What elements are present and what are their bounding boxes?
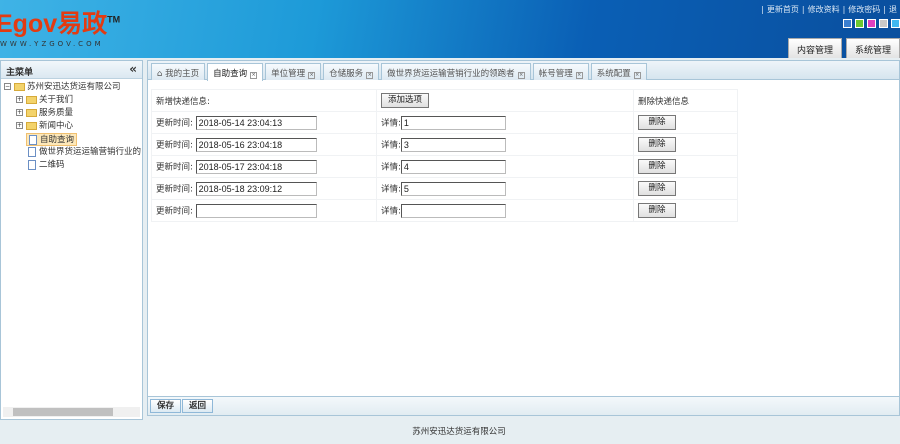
close-icon[interactable]: × bbox=[308, 72, 316, 79]
folder-icon bbox=[26, 95, 37, 104]
logo: Egov易政TM bbox=[0, 10, 121, 38]
detail-input[interactable]: 5 bbox=[400, 181, 506, 196]
tab-storage[interactable]: 仓储服务 × bbox=[323, 63, 380, 80]
time-input[interactable] bbox=[195, 203, 317, 218]
express-table: 新增快递信息: 添加选项 删除快递信息 更新时间: 2018-05-14 23:04… bbox=[151, 89, 738, 222]
tab-self-query[interactable]: 自助查询 × bbox=[207, 63, 264, 81]
delete-button[interactable]: 删除 bbox=[638, 115, 676, 130]
delete-button[interactable]: 删除 bbox=[638, 159, 676, 174]
table-row: 更新时间: 2018-05-18 23:09:12 详情: 5 删除 bbox=[151, 177, 738, 200]
detail-input[interactable]: 4 bbox=[400, 159, 506, 174]
tree-node-self-query[interactable]: 自助查询 bbox=[26, 133, 78, 146]
link-edit-profile[interactable]: 修改资料 bbox=[808, 5, 840, 14]
delete-button[interactable]: 删除 bbox=[638, 181, 676, 196]
time-input[interactable]: 2018-05-14 23:04:13 bbox=[195, 115, 317, 130]
time-label: 更新时间: bbox=[156, 162, 193, 172]
time-label: 更新时间: bbox=[156, 118, 193, 128]
tab-unit[interactable]: 单位管理 × bbox=[265, 63, 322, 80]
back-button[interactable]: 返回 bbox=[182, 399, 214, 413]
tree-node-about[interactable]: + 关于我们 bbox=[16, 94, 73, 107]
table-row: 更新时间: 2018-05-16 23:04:18 详情: 3 删除 bbox=[151, 133, 738, 156]
page-icon bbox=[29, 134, 37, 145]
tree-node-qrcode[interactable]: 二维码 bbox=[28, 159, 65, 172]
skin-blue[interactable] bbox=[843, 19, 852, 28]
detail-input[interactable]: 3 bbox=[400, 137, 506, 152]
detail-label: 详情: bbox=[381, 118, 401, 128]
new-label: 新增快递信息: bbox=[151, 89, 377, 112]
time-input[interactable]: 2018-05-16 23:04:18 bbox=[195, 137, 317, 152]
table-row: 更新时间: 2018-05-17 23:04:18 详情: 4 删除 bbox=[151, 155, 738, 178]
time-input[interactable]: 2018-05-18 23:09:12 bbox=[195, 181, 317, 196]
time-label: 更新时间: bbox=[156, 206, 193, 216]
time-input[interactable]: 2018-05-17 23:04:18 bbox=[195, 159, 317, 174]
horizontal-scrollbar[interactable] bbox=[3, 407, 140, 417]
time-label: 更新时间: bbox=[156, 140, 193, 150]
tree-node-news[interactable]: + 新闻中心 bbox=[16, 120, 73, 133]
home-icon: ⌂ bbox=[157, 69, 163, 79]
footer: 苏州安迅达货运有限公司 bbox=[412, 427, 506, 437]
main-panel: ⌂ 我的主页 自助查询 × 单位管理 × 仓储服务 × 做世界货运运输营销行业的领跑者… bbox=[147, 60, 900, 416]
page-icon bbox=[28, 146, 36, 157]
detail-label: 详情: bbox=[381, 206, 401, 216]
tab-leader[interactable]: 做世界货运运输营销行业的领跑者 × bbox=[381, 63, 531, 80]
tab-config[interactable]: 系统配置 × bbox=[590, 63, 647, 80]
tab-account[interactable]: 帐号管理 × bbox=[532, 63, 589, 80]
delete-header: 删除快递信息 bbox=[633, 89, 738, 112]
detail-label: 详情: bbox=[381, 184, 401, 194]
sidebar: 主菜单 « − 苏州安迅达货运有限公司 + 关于我们 + 服务质量 + 新闻中心 自助查询… bbox=[0, 60, 143, 420]
skin-picker bbox=[843, 19, 900, 28]
header: Egov易政TM WWW.YZGOV.COM | 更新首页 | 修改资料 | 修改密码 | 退… bbox=[0, 0, 900, 58]
collapse-icon[interactable]: « bbox=[129, 62, 137, 76]
sidebar-title: 主菜单 bbox=[6, 68, 34, 78]
close-icon[interactable]: × bbox=[517, 72, 525, 79]
module-tab-content[interactable]: 内容管理 bbox=[787, 38, 842, 58]
close-icon[interactable]: × bbox=[633, 72, 641, 79]
delete-button[interactable]: 删除 bbox=[638, 137, 676, 152]
link-change-password[interactable]: 修改密码 bbox=[848, 5, 880, 14]
bottom-toolbar: 保存 返回 bbox=[148, 396, 899, 415]
table-row: 更新时间: 详情: 删除 bbox=[151, 199, 738, 222]
save-button[interactable]: 保存 bbox=[150, 399, 182, 413]
skin-green[interactable] bbox=[855, 19, 864, 28]
detail-label: 详情: bbox=[381, 140, 401, 150]
skin-cyan[interactable] bbox=[891, 19, 900, 28]
page-icon bbox=[28, 159, 36, 170]
skin-gray[interactable] bbox=[879, 19, 888, 28]
tab-home[interactable]: ⌂ 我的主页 bbox=[151, 63, 206, 80]
module-tab-system[interactable]: 系统管理 bbox=[845, 38, 900, 58]
close-icon[interactable]: × bbox=[250, 72, 258, 79]
folder-icon bbox=[14, 82, 25, 91]
skin-pink[interactable] bbox=[867, 19, 876, 28]
link-logout[interactable]: 退 bbox=[889, 5, 897, 14]
delete-button[interactable]: 删除 bbox=[638, 203, 676, 218]
time-label: 更新时间: bbox=[156, 184, 193, 194]
close-icon[interactable]: × bbox=[366, 72, 374, 79]
close-icon[interactable]: × bbox=[575, 72, 583, 79]
detail-input[interactable]: 1 bbox=[400, 115, 506, 130]
detail-label: 详情: bbox=[381, 162, 401, 172]
folder-icon bbox=[26, 121, 37, 130]
logo-url: WWW.YZGOV.COM bbox=[0, 40, 104, 48]
tab-bar: ⌂ 我的主页 自助查询 × 单位管理 × 仓储服务 × 做世界货运运输营销行业的领跑者… bbox=[148, 61, 899, 81]
tree-node-service[interactable]: + 服务质量 bbox=[16, 107, 73, 120]
tree-node-root[interactable]: − 苏州安迅达货运有限公司 bbox=[4, 81, 121, 94]
detail-input[interactable] bbox=[400, 203, 506, 218]
add-option-button[interactable]: 添加选项 bbox=[381, 93, 430, 108]
tree-node-leader[interactable]: 做世界货运运输营销行业的 bbox=[28, 146, 141, 159]
folder-icon bbox=[26, 108, 37, 117]
table-row: 更新时间: 2018-05-14 23:04:13 详情: 1 删除 bbox=[151, 111, 738, 134]
link-update-home[interactable]: 更新首页 bbox=[767, 5, 799, 14]
top-links: | 更新首页 | 修改资料 | 修改密码 | 退 bbox=[761, 5, 897, 14]
